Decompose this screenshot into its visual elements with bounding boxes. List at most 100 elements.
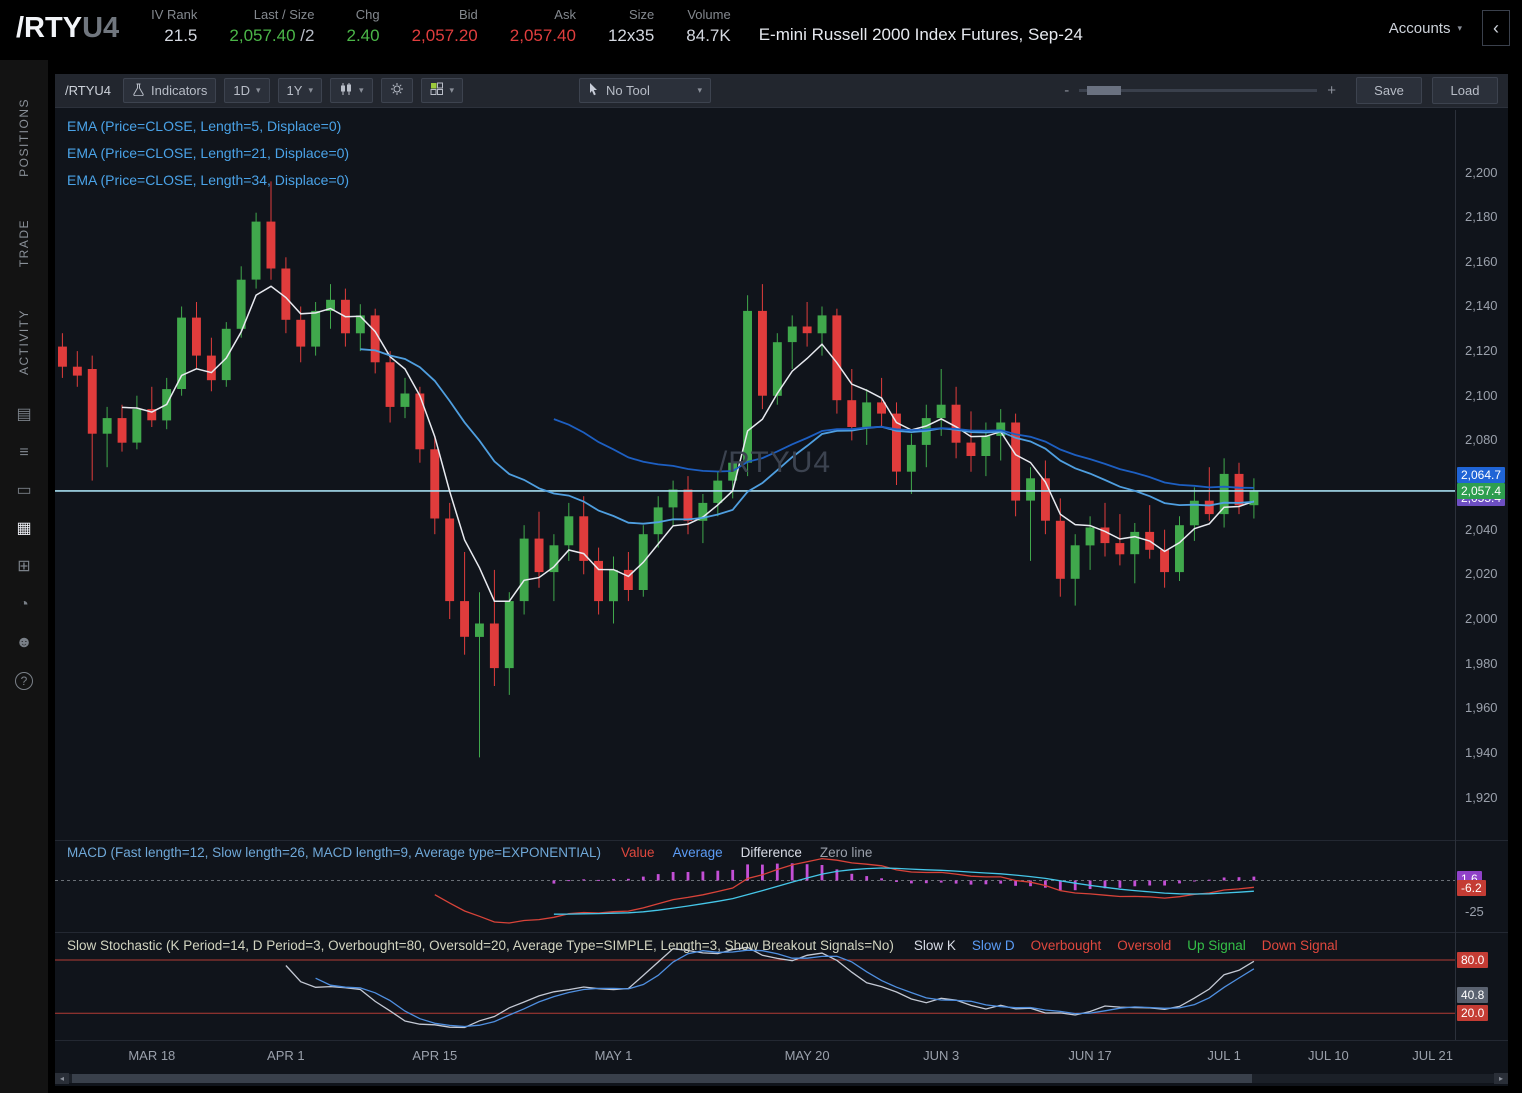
chart-settings-button[interactable] bbox=[380, 78, 413, 103]
sidebar-tab-trade[interactable]: TRADE bbox=[17, 219, 31, 267]
metric-bid: Bid 2,057.20 bbox=[412, 7, 478, 46]
candlestick-type-icon bbox=[339, 82, 353, 99]
axis-tick-label: 2,160 bbox=[1465, 253, 1498, 269]
accounts-menu[interactable]: Accounts ▾ bbox=[1389, 20, 1462, 37]
metric-size: Size 12x35 bbox=[608, 7, 654, 46]
panel-divider[interactable] bbox=[55, 932, 1508, 933]
zoom-out-button[interactable]: - bbox=[1064, 82, 1069, 99]
metric-value: 2,057.40 /2 bbox=[229, 26, 315, 45]
app-root: /RTYU4 IV Rank 21.5 Last / Size 2,057.40… bbox=[0, 0, 1522, 1093]
axis-tick-label: 2,000 bbox=[1465, 610, 1498, 626]
time-axis-label: JUN 3 bbox=[923, 1048, 960, 1063]
axis-tick-label: 2,100 bbox=[1465, 387, 1498, 403]
time-axis[interactable]: MAR 18 APR 1 APR 15 MAY 1 MAY 20 JUN 3 JUN 17 J… bbox=[55, 1042, 1455, 1068]
chart-scrollbar: ◂ ▸ bbox=[55, 1072, 1508, 1084]
time-axis-label: JUN 17 bbox=[1068, 1048, 1112, 1063]
legend-item[interactable]: Up Signal bbox=[1187, 938, 1246, 953]
aggregation-dropdown[interactable]: 1D ▾ bbox=[224, 78, 270, 103]
symbol-suffix: U4 bbox=[82, 12, 120, 44]
sidebar-tab-positions[interactable]: POSITIONS bbox=[17, 98, 31, 177]
chart-area: /RTYU4 Indicators 1D ▾ 1Y ▾ ▾ ▾ No Tool … bbox=[48, 60, 1522, 1093]
collapse-panel-button[interactable]: ‹ bbox=[1482, 10, 1510, 46]
macd-title[interactable]: MACD (Fast length=12, Slow length=26, MA… bbox=[67, 845, 601, 860]
symbol-root: /RTY bbox=[16, 12, 83, 44]
time-axis-label: MAY 20 bbox=[784, 1048, 830, 1063]
axis-tick-label: 1,960 bbox=[1465, 700, 1498, 716]
zoom-in-button[interactable]: + bbox=[1327, 82, 1336, 99]
legend-item[interactable]: Difference bbox=[741, 845, 802, 860]
quote-header: /RTYU4 IV Rank 21.5 Last / Size 2,057.40… bbox=[0, 0, 1522, 60]
metric-value: 21.5 bbox=[164, 26, 198, 45]
chevron-down-icon: ▾ bbox=[308, 85, 313, 95]
monitor-icon[interactable]: ▤ bbox=[12, 406, 36, 424]
collapse-left-icon: ‹ bbox=[1493, 17, 1499, 38]
history-icon[interactable]: ◔ bbox=[12, 596, 36, 614]
grid-layout-dropdown[interactable]: ▾ bbox=[420, 78, 464, 103]
ema-study-label[interactable]: EMA (Price=CLOSE, Length=21, Displace=0) bbox=[67, 145, 349, 161]
range-dropdown[interactable]: 1Y ▾ bbox=[277, 78, 322, 103]
chart-grid-icon[interactable]: ▦ bbox=[12, 520, 36, 538]
widgets-icon[interactable]: ⊞ bbox=[12, 558, 36, 576]
chart-symbol-label[interactable]: /RTYU4 bbox=[65, 83, 111, 98]
ema-study-label[interactable]: EMA (Price=CLOSE, Length=34, Displace=0) bbox=[67, 172, 349, 188]
sidebar-tab-activity[interactable]: ACTIVITY bbox=[17, 309, 31, 375]
indicators-button[interactable]: Indicators bbox=[123, 78, 217, 103]
scroll-left-button[interactable]: ◂ bbox=[55, 1072, 69, 1084]
ema-study-label[interactable]: EMA (Price=CLOSE, Length=5, Displace=0) bbox=[67, 118, 341, 134]
price-badge: 20.0 bbox=[1457, 1005, 1489, 1022]
price-badge: -6.2 bbox=[1457, 880, 1486, 897]
legend-item[interactable]: Oversold bbox=[1117, 938, 1171, 953]
grid-layout-icon bbox=[430, 82, 444, 99]
symbol-title: /RTYU4 bbox=[16, 12, 119, 45]
zoom-control: - + bbox=[1064, 82, 1336, 99]
metric-label: Ask bbox=[554, 7, 576, 22]
scrollbar-track[interactable] bbox=[69, 1073, 1494, 1083]
community-icon[interactable]: ☻ bbox=[12, 634, 36, 652]
metric-volume: Volume 84.7K bbox=[686, 7, 730, 46]
price-badge: 2,057.4 bbox=[1457, 482, 1506, 499]
panel-divider[interactable] bbox=[55, 840, 1508, 841]
help-icon[interactable]: ? bbox=[15, 672, 33, 691]
scrollbar-handle[interactable] bbox=[72, 1073, 1252, 1083]
axis-tick-label: 2,040 bbox=[1465, 521, 1498, 537]
metric-iv-rank: IV Rank 21.5 bbox=[151, 7, 197, 46]
trade-ticket-icon[interactable]: ▭ bbox=[12, 482, 36, 500]
legend-item[interactable]: Down Signal bbox=[1262, 938, 1338, 953]
stoch-header: Slow Stochastic (K Period=14, D Period=3… bbox=[67, 938, 1338, 953]
zoom-slider[interactable] bbox=[1079, 86, 1318, 95]
price-badge: 40.8 bbox=[1457, 986, 1489, 1003]
time-axis-label: JUL 10 bbox=[1308, 1048, 1349, 1063]
legend-item[interactable]: Zero line bbox=[820, 845, 873, 860]
drawing-tool-dropdown[interactable]: No Tool ▾ bbox=[579, 78, 712, 103]
metric-label: Bid bbox=[458, 7, 478, 22]
axis-tick-label: 1,940 bbox=[1465, 744, 1498, 760]
panel-divider bbox=[55, 1040, 1508, 1041]
stoch-legend: Slow K Slow D Overbought Oversold Up Signal D… bbox=[914, 938, 1338, 953]
legend-item[interactable]: Slow D bbox=[972, 938, 1015, 953]
axis-tick-label: 2,020 bbox=[1465, 566, 1498, 582]
axis-tick-label: 2,080 bbox=[1465, 432, 1498, 448]
axis-tick-label: 2,140 bbox=[1465, 298, 1498, 314]
order-list-icon[interactable]: ≡ bbox=[12, 444, 36, 462]
price-badge: 2,064.7 bbox=[1457, 466, 1506, 483]
load-button[interactable]: Load bbox=[1432, 77, 1498, 104]
macd-header: MACD (Fast length=12, Slow length=26, MA… bbox=[67, 845, 872, 860]
time-axis-label: JUL 1 bbox=[1207, 1048, 1241, 1063]
scroll-right-button[interactable]: ▸ bbox=[1494, 1072, 1508, 1084]
legend-item[interactable]: Average bbox=[673, 845, 723, 860]
metric-value: 2.40 bbox=[346, 26, 380, 45]
chart-watermark: /RTYU4 bbox=[718, 446, 832, 479]
metric-label: Volume bbox=[687, 7, 731, 22]
macd-legend: Value Average Difference Zero line bbox=[621, 845, 872, 860]
save-button[interactable]: Save bbox=[1356, 77, 1422, 104]
legend-item[interactable]: Slow K bbox=[914, 938, 956, 953]
axis-tick-label: 1,980 bbox=[1465, 655, 1498, 671]
axis-tick-label: -25 bbox=[1465, 903, 1484, 919]
stoch-title[interactable]: Slow Stochastic (K Period=14, D Period=3… bbox=[67, 938, 894, 953]
axis-tick-label: 1,920 bbox=[1465, 789, 1498, 805]
legend-item[interactable]: Value bbox=[621, 845, 655, 860]
chart-type-dropdown[interactable]: ▾ bbox=[329, 78, 373, 103]
legend-item[interactable]: Overbought bbox=[1031, 938, 1102, 953]
time-axis-label: MAY 1 bbox=[594, 1048, 633, 1063]
zoom-slider-handle[interactable] bbox=[1087, 86, 1122, 95]
